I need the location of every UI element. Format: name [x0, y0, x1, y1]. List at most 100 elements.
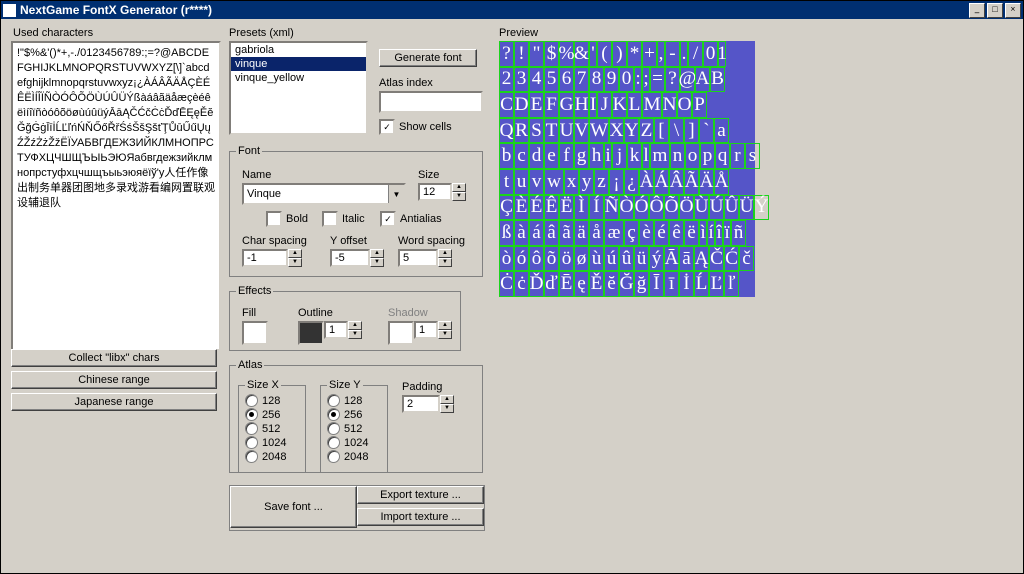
atlas-cell: À [639, 169, 654, 195]
preset-item-selected[interactable]: vinque [231, 57, 366, 71]
atlas-cell: 5 [544, 67, 559, 93]
atlas-cell: C [499, 92, 514, 118]
atlas-cell: Ì [574, 195, 589, 221]
preview-atlas: ?!"$%&'()*+,-./01234567890:;=?@ABCDEFGHI… [499, 41, 755, 297]
sizey-512[interactable]: 512 [327, 422, 381, 435]
atlas-cell: ó [514, 246, 529, 272]
atlas-cell: Ā [664, 246, 679, 272]
atlas-cell: e [544, 143, 559, 169]
atlas-cell: é [654, 220, 669, 246]
import-texture-button[interactable]: Import texture ... [357, 508, 484, 526]
antialias-checkbox[interactable]: ✓Antialias [380, 211, 442, 227]
font-name-label: Name [242, 169, 271, 181]
sizex-1024[interactable]: 1024 [245, 436, 299, 449]
atlas-cell: @ [680, 67, 695, 93]
shadow-size-spinner[interactable]: 1▲▼ [414, 321, 452, 339]
font-size-spinner[interactable]: 12 ▲▼ [418, 183, 466, 201]
atlas-cell: h [589, 143, 604, 169]
used-chars-textarea[interactable]: !"$%&'()*+,-./0123456789:;=?@ABCDEFGHIJK… [11, 41, 221, 351]
atlas-index-slider[interactable] [379, 91, 483, 113]
preview-label: Preview [499, 27, 538, 39]
atlas-cell: á [529, 220, 544, 246]
atlas-cell: Õ [664, 195, 679, 221]
chevron-down-icon: ▼ [388, 185, 404, 203]
atlas-cell: ä [574, 220, 589, 246]
atlas-cell: a [714, 118, 729, 144]
atlas-cell: k [627, 143, 642, 169]
check-icon: ✓ [379, 119, 395, 135]
app-icon [3, 4, 16, 17]
atlas-cell: 4 [529, 67, 544, 93]
padding-label: Padding [402, 381, 442, 393]
italic-checkbox[interactable]: Italic [322, 211, 365, 227]
atlas-cell: ` [699, 118, 714, 144]
atlas-cell: v [529, 169, 544, 195]
padding-spinner[interactable]: 2▲▼ [402, 395, 454, 413]
atlas-cell: Í [589, 195, 604, 221]
atlas-cell: ĕ [604, 271, 619, 297]
chinese-range-button[interactable]: Chinese range [11, 371, 217, 389]
atlas-cell: % [559, 41, 574, 67]
atlas-cell: n [670, 143, 685, 169]
word-spacing-label: Word spacing [398, 235, 465, 247]
atlas-cell: o [685, 143, 700, 169]
sizex-2048[interactable]: 2048 [245, 450, 299, 463]
atlas-cell: w [544, 169, 564, 195]
japanese-range-button[interactable]: Japanese range [11, 393, 217, 411]
atlas-cell: 7 [574, 67, 589, 93]
close-button[interactable]: × [1005, 3, 1021, 18]
atlas-cell: : [634, 67, 642, 93]
sizex-512[interactable]: 512 [245, 422, 299, 435]
outline-size-spinner[interactable]: 1▲▼ [324, 321, 362, 339]
shadow-label: Shadow [388, 307, 428, 319]
sizey-1024[interactable]: 1024 [327, 436, 381, 449]
atlas-cell: ã [559, 220, 574, 246]
maximize-button[interactable]: □ [987, 3, 1003, 18]
atlas-cell: Å [714, 169, 729, 195]
atlas-cell: F [544, 92, 559, 118]
atlas-cell: ā [679, 246, 694, 272]
generate-font-button[interactable]: Generate font [379, 49, 477, 67]
save-font-button[interactable]: Save font ... [230, 486, 357, 528]
atlas-cell: ø [574, 246, 589, 272]
atlas-cell: ï [723, 220, 731, 246]
used-chars-label: Used characters [13, 27, 93, 39]
fill-color-swatch[interactable] [242, 321, 268, 345]
shadow-color-swatch[interactable] [388, 321, 414, 345]
word-spacing-spinner[interactable]: 5▲▼ [398, 249, 452, 267]
atlas-cell: ò [499, 246, 514, 272]
atlas-cell: j [612, 143, 627, 169]
font-name-combo[interactable]: Vinque▼ [242, 183, 406, 205]
atlas-cell: Ē [559, 271, 574, 297]
atlas-cell: d [529, 143, 544, 169]
outline-color-swatch[interactable] [298, 321, 324, 345]
atlas-cell: ¿ [624, 169, 639, 195]
atlas-cell: Ĺ [694, 271, 709, 297]
sizex-256[interactable]: 256 [245, 408, 299, 421]
char-spacing-spinner[interactable]: -1▲▼ [242, 249, 302, 267]
preset-item[interactable]: vinque_yellow [231, 71, 366, 85]
preset-item[interactable]: gabriola [231, 43, 366, 57]
sizex-128[interactable]: 128 [245, 394, 299, 407]
y-offset-spinner[interactable]: -5▲▼ [330, 249, 384, 267]
atlas-cell: Ù [694, 195, 709, 221]
sizey-128[interactable]: 128 [327, 394, 381, 407]
atlas-cell: Ö [679, 195, 694, 221]
atlas-cell: z [594, 169, 609, 195]
sizey-2048[interactable]: 2048 [327, 450, 381, 463]
atlas-cell: ę [574, 271, 589, 297]
export-texture-button[interactable]: Export texture ... [357, 486, 484, 504]
atlas-cell: ì [699, 220, 707, 246]
bold-checkbox[interactable]: Bold [266, 211, 308, 227]
atlas-cell: p [700, 143, 715, 169]
atlas-cell: , [657, 41, 665, 67]
minimize-button[interactable]: _ [969, 3, 985, 18]
sizey-256[interactable]: 256 [327, 408, 381, 421]
show-cells-checkbox[interactable]: ✓ Show cells [379, 119, 452, 135]
atlas-cell: H [574, 92, 589, 118]
window-title: NextGame FontX Generator (r****) [20, 3, 212, 17]
collect-libx-button[interactable]: Collect "libx" chars [11, 349, 217, 367]
atlas-cell: É [529, 195, 544, 221]
presets-listbox[interactable]: gabriola vinque vinque_yellow [229, 41, 368, 135]
atlas-cell: ' [589, 41, 597, 67]
